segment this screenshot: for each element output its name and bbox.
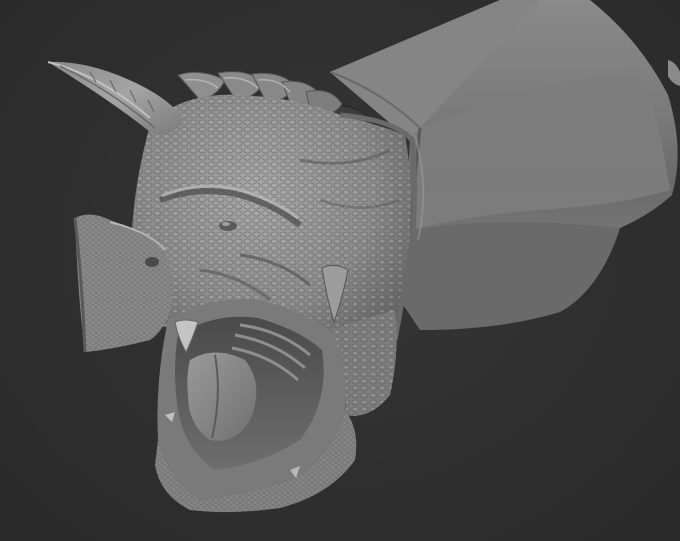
sculpt-viewport[interactable] (0, 0, 680, 541)
nostril (145, 257, 159, 267)
brow-horn (47, 61, 185, 135)
dragon-head-sculpt (47, 0, 680, 513)
edge-fragment (668, 60, 680, 86)
